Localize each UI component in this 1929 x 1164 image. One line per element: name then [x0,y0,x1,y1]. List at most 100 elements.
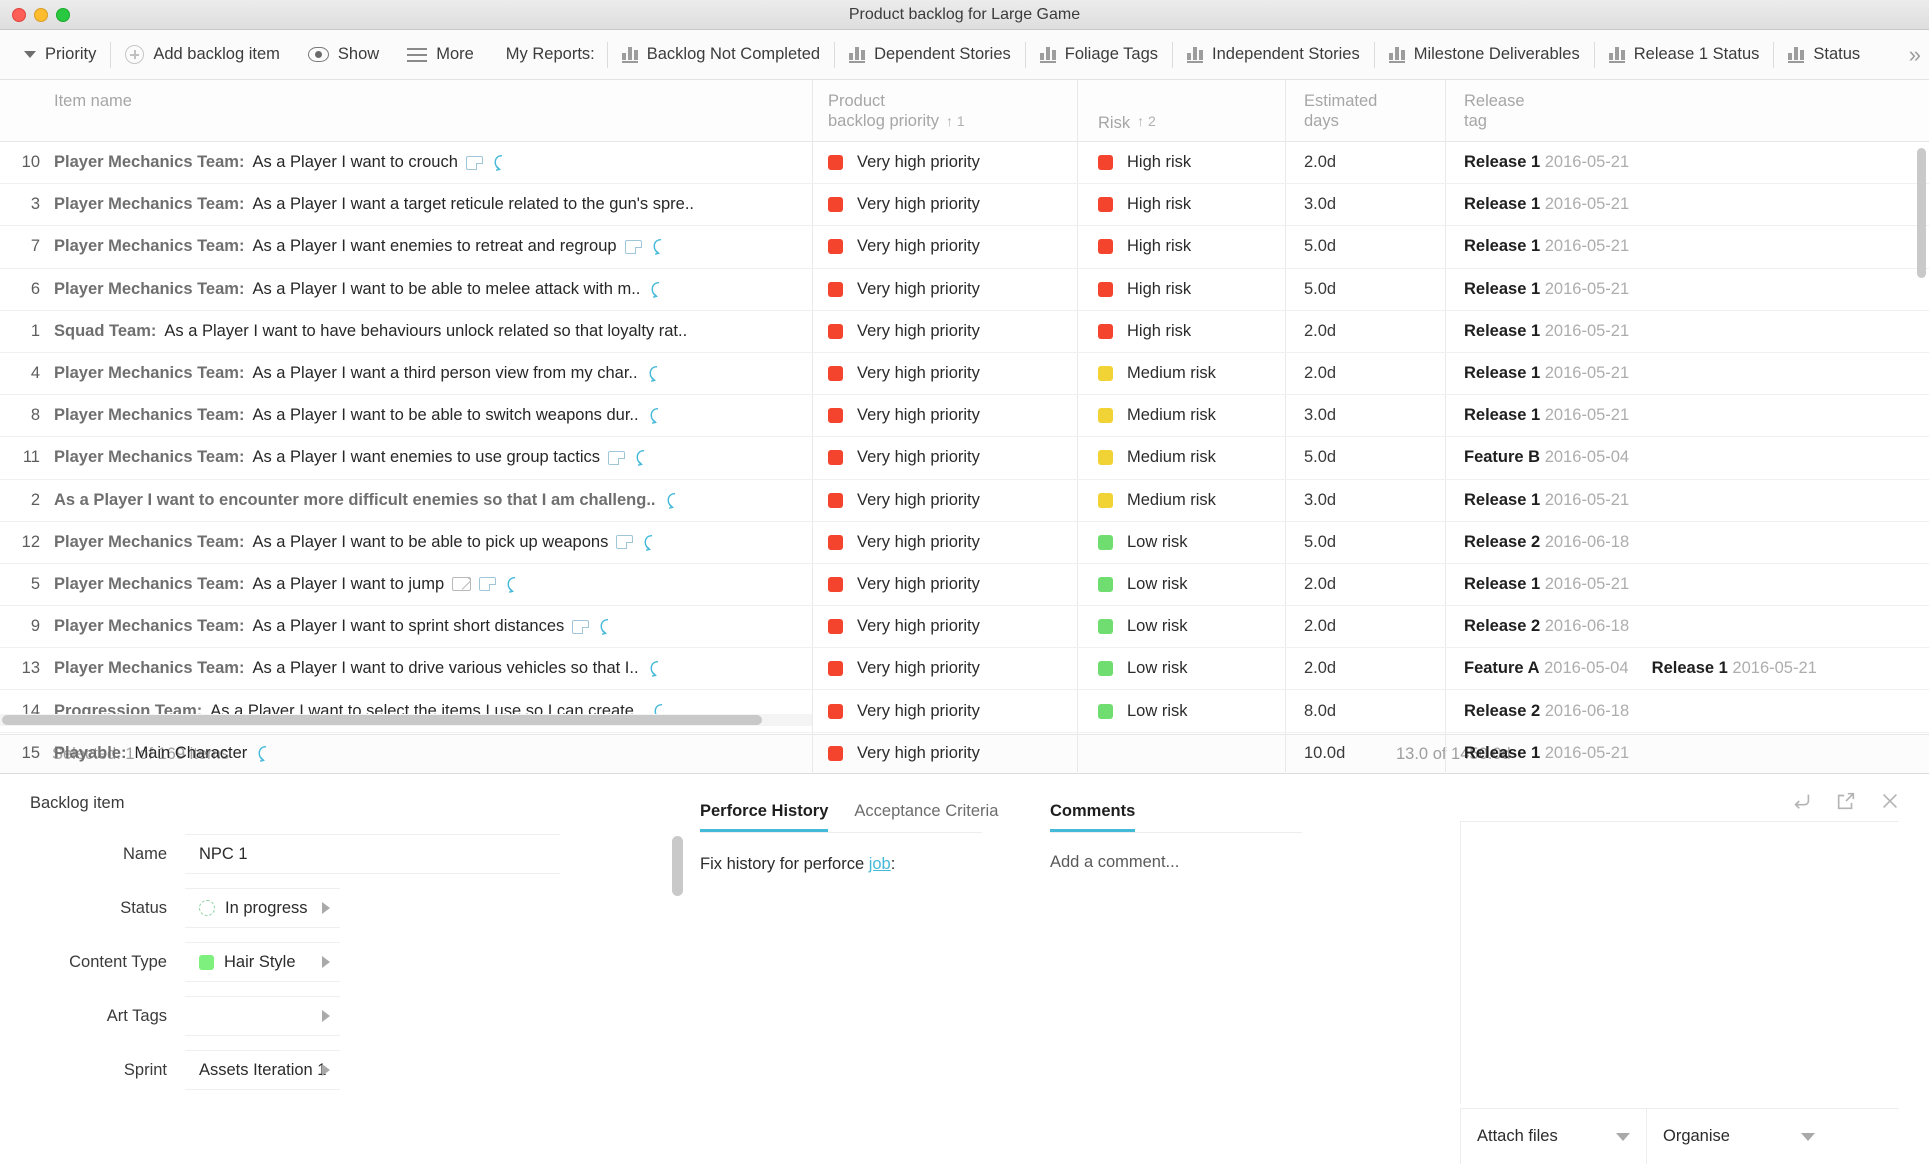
cell-priority[interactable]: Very high priority [812,142,1077,184]
cell-priority[interactable]: Very high priority [812,690,1077,732]
cell-priority[interactable]: Very high priority [812,521,1077,563]
cell-item-name[interactable]: Player Mechanics Team: As a Player I wan… [40,142,812,183]
release-tag[interactable]: Release 1 2016-05-21 [1652,659,1817,678]
cell-priority[interactable]: Very high priority [812,352,1077,395]
cell-release-tag[interactable]: Release 1 2016-05-21 [1445,226,1929,268]
cell-release-tag[interactable]: Release 1 2016-05-21 [1445,268,1929,310]
cell-priority[interactable]: Very high priority [812,437,1077,479]
cell-priority[interactable]: Very high priority [812,395,1077,437]
column-header-risk[interactable]: Risk ↑ 2 [1077,80,1285,141]
dependency-hook-icon[interactable] [648,280,665,299]
cell-risk[interactable]: Medium risk [1077,437,1285,479]
release-tag[interactable]: Release 2 2016-06-18 [1464,617,1629,636]
form-vertical-scrollbar[interactable] [672,836,683,896]
cell-release-tag[interactable]: Release 1 2016-05-21 [1445,395,1929,437]
cell-estimated-days[interactable]: 2.0d [1285,142,1445,184]
pop-out-icon[interactable] [1835,790,1857,812]
release-tag[interactable]: Release 1 2016-05-21 [1464,237,1629,256]
cell-estimated-days[interactable]: 10.0d [1285,732,1445,774]
report-release-1-status[interactable]: Release 1 Status [1595,30,1774,79]
cell-release-tag[interactable]: Feature A 2016-05-04 Release 1 2016-05-2… [1445,648,1929,690]
cell-estimated-days[interactable]: 8.0d [1285,690,1445,732]
cell-item-name[interactable]: Player Mechanics Team: As a Player I wan… [40,395,812,436]
cell-risk[interactable] [1077,732,1285,774]
table-row[interactable]: 1 Squad Team: As a Player I want to have … [0,310,1929,353]
cell-release-tag[interactable]: Release 1 2016-05-21 [1445,479,1929,521]
table-row[interactable]: 4 Player Mechanics Team: As a Player I wa… [0,352,1929,396]
cell-risk[interactable]: Low risk [1077,648,1285,690]
release-tag[interactable]: Release 1 2016-05-21 [1464,195,1629,214]
release-tag[interactable]: Release 1 2016-05-21 [1464,744,1629,763]
dependency-hook-icon[interactable] [647,659,664,678]
dependency-hook-icon[interactable] [491,153,508,172]
release-tag[interactable]: Feature A 2016-05-04 [1464,659,1629,678]
enter-arrow-icon[interactable] [1791,790,1813,812]
cell-item-name[interactable]: As a Player I want to encounter more dif… [40,480,812,521]
toolbar-overflow-button[interactable]: » [1909,42,1921,68]
cell-release-tag[interactable]: Release 1 2016-05-21 [1445,142,1929,184]
cell-item-name[interactable]: Player Mechanics Team: As a Player I wan… [40,184,812,225]
cell-risk[interactable]: Medium risk [1077,395,1285,437]
dependency-hook-icon[interactable] [650,237,667,256]
cell-release-tag[interactable]: Release 1 2016-05-21 [1445,352,1929,395]
cell-item-name[interactable]: Player Mechanics Team: As a Player I wan… [40,522,812,563]
cell-priority[interactable]: Very high priority [812,563,1077,606]
table-row[interactable]: 9 Player Mechanics Team: As a Player I wa… [0,606,1929,649]
cell-risk[interactable]: High risk [1077,268,1285,310]
table-row[interactable]: 14 Progression Team: As a Player I want t… [0,690,1929,733]
field-picker-sprint[interactable]: Assets Iteration 1 [185,1050,340,1090]
note-icon[interactable] [572,619,590,634]
organise-dropdown[interactable]: Organise [1646,1109,1831,1164]
cell-priority[interactable]: Very high priority [812,732,1077,774]
cell-estimated-days[interactable]: 2.0d [1285,563,1445,606]
cell-item-name[interactable]: Player Mechanics Team: As a Player I wan… [40,648,812,689]
release-tag[interactable]: Release 1 2016-05-21 [1464,153,1629,172]
cell-item-name[interactable]: Player Mechanics Team: As a Player I wan… [40,226,812,267]
release-tag[interactable]: Release 1 2016-05-21 [1464,406,1629,425]
release-tag[interactable]: Release 1 2016-05-21 [1464,575,1629,594]
report-independent-stories[interactable]: Independent Stories [1173,30,1374,79]
table-row[interactable]: 5 Player Mechanics Team: As a Player I wa… [0,563,1929,607]
column-header-product-backlog-priority[interactable]: Product backlog priority ↑ 1 [812,80,1077,141]
field-input-name[interactable]: NPC 1 [185,834,560,874]
table-row[interactable]: 11 Player Mechanics Team: As a Player I w… [0,437,1929,480]
cell-risk[interactable]: Medium risk [1077,479,1285,521]
cell-risk[interactable]: High risk [1077,142,1285,184]
column-header-release-tag[interactable]: Release tag [1445,80,1929,141]
cell-risk[interactable]: Low risk [1077,606,1285,648]
mail-icon[interactable] [452,577,472,592]
table-row[interactable]: 6 Player Mechanics Team: As a Player I wa… [0,268,1929,311]
cell-release-tag[interactable]: Release 1 2016-05-21 [1445,563,1929,606]
table-row[interactable]: 8 Player Mechanics Team: As a Player I wa… [0,395,1929,438]
table-row[interactable]: 10 Player Mechanics Team: As a Player I w… [0,142,1929,185]
note-icon[interactable] [616,535,634,550]
cell-release-tag[interactable]: Release 1 2016-05-21 [1445,184,1929,226]
cell-release-tag[interactable]: Release 2 2016-06-18 [1445,521,1929,563]
tab-perforce-history[interactable]: Perforce History [700,802,829,832]
report-milestone-deliverables[interactable]: Milestone Deliverables [1375,30,1594,79]
field-picker-art-tags[interactable] [185,996,340,1036]
dependency-hook-icon[interactable] [633,448,650,467]
cell-release-tag[interactable]: Feature B 2016-05-04 [1445,437,1929,479]
cell-estimated-days[interactable]: 5.0d [1285,268,1445,310]
cell-risk[interactable]: High risk [1077,310,1285,352]
cell-estimated-days[interactable]: 3.0d [1285,184,1445,226]
table-row[interactable]: 7 Player Mechanics Team: As a Player I wa… [0,226,1929,269]
release-tag[interactable]: Release 1 2016-05-21 [1464,280,1629,299]
dependency-hook-icon[interactable] [504,575,521,594]
table-vertical-scrollbar[interactable] [1917,148,1926,278]
cell-priority[interactable]: Very high priority [812,606,1077,648]
cell-estimated-days[interactable]: 3.0d [1285,479,1445,521]
cell-release-tag[interactable]: Release 1 2016-05-21 [1445,732,1929,774]
cell-risk[interactable]: Low risk [1077,690,1285,732]
column-header-item-name[interactable]: Item name [0,80,812,141]
cell-item-name[interactable]: Player Mechanics Team: As a Player I wan… [40,269,812,310]
dependency-hook-icon[interactable] [646,364,663,383]
attach-files-dropdown[interactable]: Attach files [1461,1109,1646,1164]
cell-estimated-days[interactable]: 2.0d [1285,606,1445,648]
cell-estimated-days[interactable]: 3.0d [1285,395,1445,437]
release-tag[interactable]: Release 2 2016-06-18 [1464,702,1629,721]
cell-release-tag[interactable]: Release 1 2016-05-21 [1445,310,1929,352]
report-dependent-stories[interactable]: Dependent Stories [835,30,1025,79]
add-backlog-item-button[interactable]: Add backlog item [111,30,294,79]
